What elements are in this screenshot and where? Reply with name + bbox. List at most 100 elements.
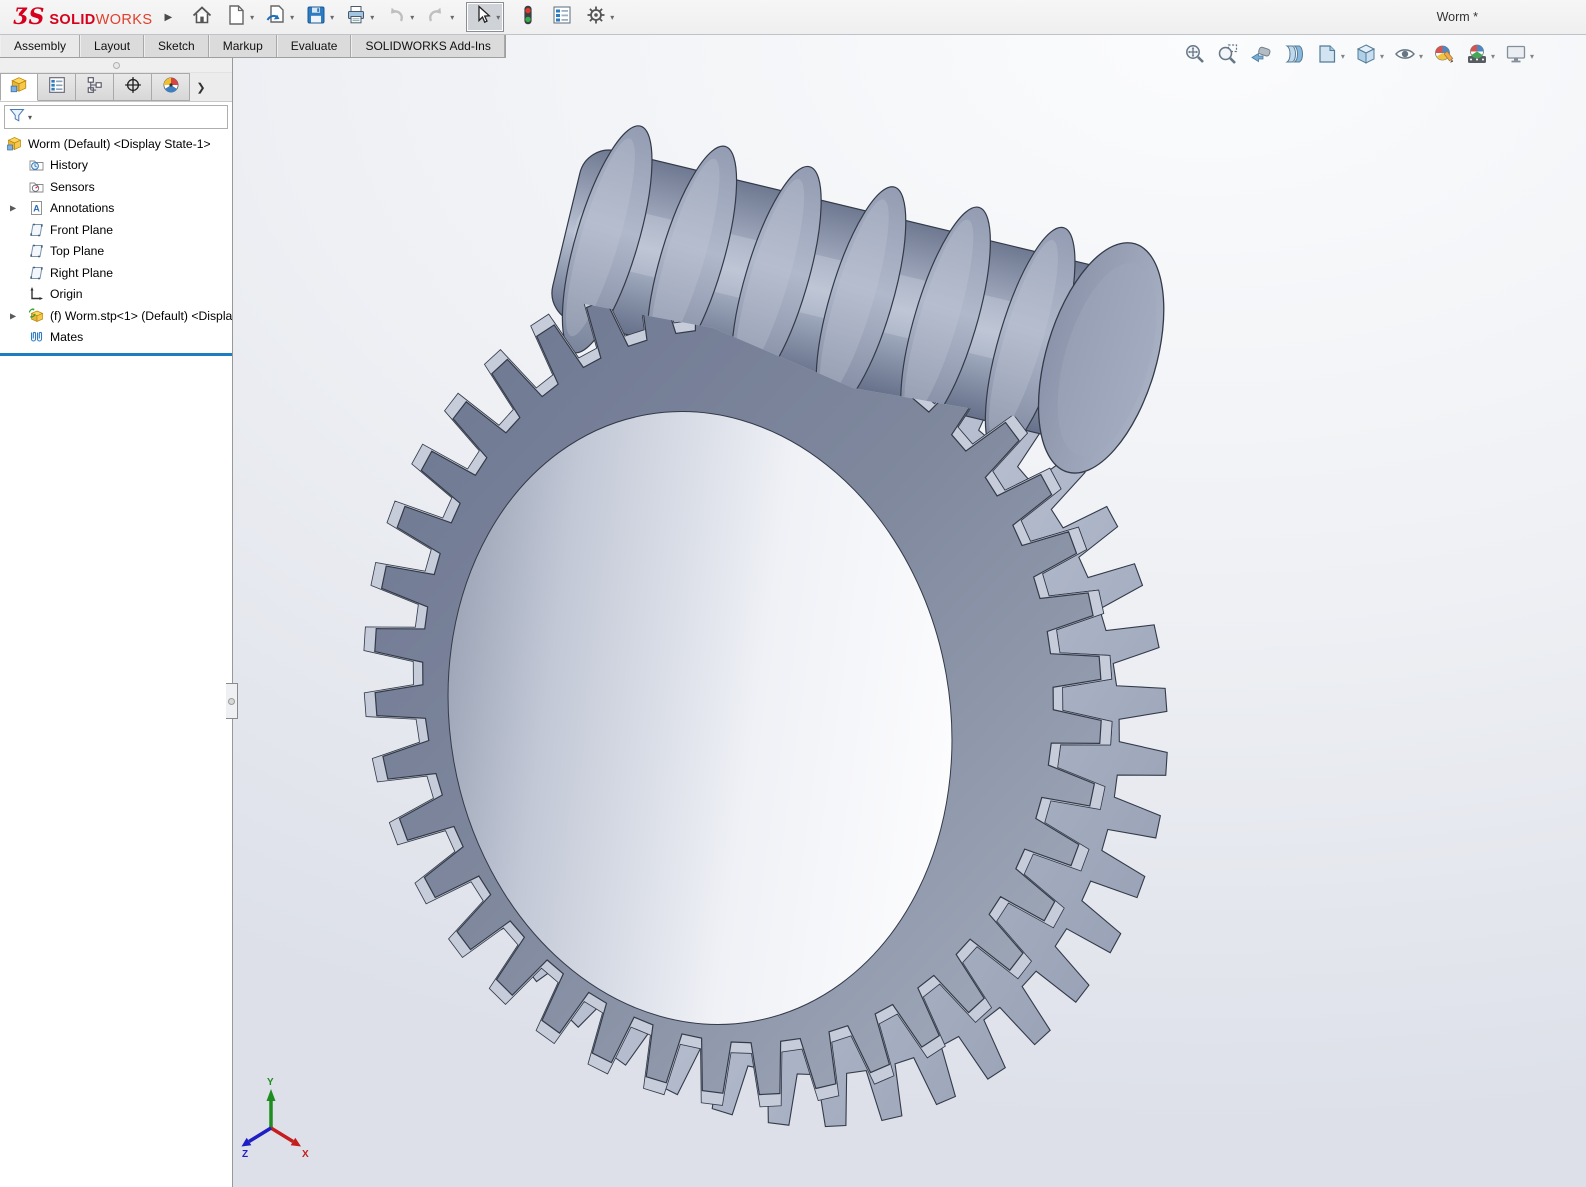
zoom-fit-icon	[1183, 42, 1207, 71]
traffic-light-icon	[516, 3, 540, 32]
save-button[interactable]: ▾	[300, 2, 338, 32]
plane-icon	[28, 265, 45, 281]
display-style-button[interactable]: ▾	[1354, 42, 1384, 71]
apply-scene-button[interactable]: ▾	[1465, 42, 1495, 71]
tab-evaluate[interactable]: Evaluate	[277, 35, 352, 57]
solidworks-logo: ƷS SOLID WORKS	[14, 4, 152, 30]
home-button[interactable]	[186, 2, 218, 32]
tab-propertymanager[interactable]	[38, 73, 76, 101]
select-tool-caret-icon[interactable]: ▾	[496, 13, 500, 22]
propertymanager-icon	[48, 76, 66, 99]
redo-button[interactable]: ▾	[420, 2, 458, 32]
logo-flyout-arrow-icon[interactable]: ▶	[164, 12, 172, 23]
tab-sketch[interactable]: Sketch	[144, 35, 209, 57]
solidworks-window: { "titlebar": { "logo": { "ds": "ƷS", "s…	[0, 0, 1586, 1187]
mates-icon	[28, 329, 45, 345]
tab-assembly[interactable]: Assembly	[0, 35, 80, 57]
featuremanager-tree-icon	[10, 76, 28, 99]
previous-view-button[interactable]	[1249, 42, 1273, 71]
tree-item-label: Right Plane	[50, 266, 113, 280]
feature-tree: Worm (Default) <Display State-1> History…	[0, 133, 232, 356]
undo-button[interactable]: ▾	[380, 2, 418, 32]
new-document-icon	[224, 3, 248, 32]
settings-caret-icon[interactable]: ▾	[610, 13, 614, 22]
annotation-views-button[interactable]: ▾	[1315, 42, 1345, 71]
tab-layout[interactable]: Layout	[80, 35, 144, 57]
configurationmanager-icon	[86, 76, 104, 99]
tree-item-origin[interactable]: Origin	[0, 284, 232, 306]
tree-filter[interactable]: ▾	[4, 105, 228, 129]
options-list-button[interactable]	[546, 2, 578, 32]
triad-x-label: X	[302, 1149, 309, 1160]
display-style-caret-icon[interactable]: ▾	[1380, 52, 1384, 61]
open-caret-icon[interactable]: ▾	[290, 13, 294, 22]
zoom-to-fit-button[interactable]	[1183, 42, 1207, 71]
new-document-caret-icon[interactable]: ▾	[250, 13, 254, 22]
panel-tab-strip: ❯	[0, 73, 232, 102]
rebuild-button[interactable]	[512, 2, 544, 32]
undo-caret-icon[interactable]: ▾	[410, 13, 414, 22]
settings-button[interactable]: ▾	[580, 2, 618, 32]
svg-text:A: A	[33, 204, 40, 214]
imported-part-icon	[28, 308, 45, 324]
open-button[interactable]: ▾	[260, 2, 298, 32]
logo-works-text: WORKS	[96, 12, 153, 28]
tree-item-label: Origin	[50, 287, 83, 301]
tab-featuremanager-design-tree[interactable]	[0, 73, 38, 101]
panel-splitter-horizontal[interactable]	[0, 58, 232, 73]
zoom-to-area-button[interactable]	[1216, 42, 1240, 71]
select-cursor-icon	[470, 3, 494, 32]
save-caret-icon[interactable]: ▾	[330, 13, 334, 22]
chevron-right-icon: ❯	[196, 81, 205, 94]
tab-markup[interactable]: Markup	[209, 35, 277, 57]
undo-icon	[384, 3, 408, 32]
hide-show-caret-icon[interactable]: ▾	[1419, 52, 1423, 61]
filter-caret-icon[interactable]: ▾	[28, 113, 32, 122]
tree-item-mates[interactable]: Mates	[0, 327, 232, 349]
plane-icon	[28, 243, 45, 259]
expand-arrow-icon[interactable]: ▶	[10, 311, 16, 320]
tree-item-top-plane[interactable]: Top Plane	[0, 241, 232, 263]
section-view-button[interactable]	[1282, 42, 1306, 71]
annotations-icon: A	[28, 200, 45, 216]
tab-displaymanager[interactable]	[152, 73, 190, 101]
tree-root-assembly[interactable]: Worm (Default) <Display State-1>	[0, 133, 232, 155]
edit-appearance-button[interactable]	[1432, 42, 1456, 71]
logo-ds-glyph: ƷS	[14, 4, 44, 30]
apply-scene-caret-icon[interactable]: ▾	[1491, 52, 1495, 61]
new-document-button[interactable]: ▾	[220, 2, 258, 32]
print-button[interactable]: ▾	[340, 2, 378, 32]
tab-solidworks-add-ins[interactable]: SOLIDWORKS Add-Ins	[351, 35, 504, 57]
tree-item-history[interactable]: History	[0, 155, 232, 177]
expand-panel-tabs-button[interactable]: ❯	[190, 73, 212, 101]
tree-item-sensors[interactable]: Sensors	[0, 176, 232, 198]
panel-splitter-vertical[interactable]	[226, 683, 238, 719]
gear-icon	[584, 3, 608, 32]
tree-item-label: Annotations	[50, 201, 114, 215]
view-settings-caret-icon[interactable]: ▾	[1530, 52, 1534, 61]
tree-item-right-plane[interactable]: Right Plane	[0, 262, 232, 284]
graphics-viewport[interactable]: ▾ ▾ ▾ ▾ ▾ Y X Z	[233, 35, 1586, 1187]
redo-caret-icon[interactable]: ▾	[450, 13, 454, 22]
select-tool-button[interactable]: ▾	[466, 2, 504, 32]
splitter-grip-dot	[113, 62, 120, 69]
tree-item-annotations[interactable]: ▶ A Annotations	[0, 198, 232, 220]
expand-arrow-icon[interactable]: ▶	[10, 204, 16, 213]
rollback-bar[interactable]	[0, 353, 232, 356]
redo-icon	[424, 3, 448, 32]
worm-gear-assembly-model[interactable]	[233, 58, 1586, 1187]
triad-y-arrowhead	[267, 1089, 276, 1101]
eye-icon	[1393, 42, 1417, 71]
origin-icon	[28, 286, 45, 302]
annotation-views-icon	[1315, 42, 1339, 71]
tree-item-worm-part[interactable]: ▶ (f) Worm.stp<1> (Default) <Displa	[0, 305, 232, 327]
tree-item-front-plane[interactable]: Front Plane	[0, 219, 232, 241]
print-caret-icon[interactable]: ▾	[370, 13, 374, 22]
annotation-views-caret-icon[interactable]: ▾	[1341, 52, 1345, 61]
view-settings-button[interactable]: ▾	[1504, 42, 1534, 71]
tree-item-label: Top Plane	[50, 244, 104, 258]
hide-show-items-button[interactable]: ▾	[1393, 42, 1423, 71]
tab-configurationmanager[interactable]	[76, 73, 114, 101]
orientation-triad: Y X Z	[241, 1076, 311, 1171]
tab-dimxpertmanager[interactable]	[114, 73, 152, 101]
